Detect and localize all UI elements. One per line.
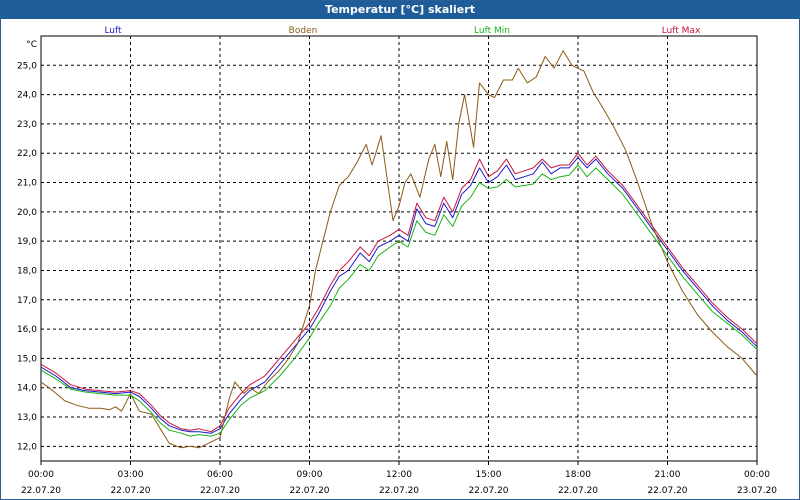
legend-entry: Luft xyxy=(104,26,122,36)
temperature-chart: 12,0 13,0 14,0 15,0 16,0 17,0 18,0 19,0 20,0 21,0… xyxy=(17,26,777,496)
x-tick-date: 22.07.20 xyxy=(558,486,598,496)
x-tick-date: 22.07.20 xyxy=(289,486,329,496)
x-tick-date: 22.07.20 xyxy=(21,486,61,496)
x-tick-time: 18:00 xyxy=(565,470,591,480)
y-tick-label: 13,0 xyxy=(17,413,37,423)
x-tick-time: 06:00 xyxy=(207,470,233,480)
x-tick-date: 22.07.20 xyxy=(647,486,687,496)
y-tick-label: 21,0 xyxy=(17,179,37,189)
x-tick-time: 00:00 xyxy=(744,470,770,480)
y-tick-label: 24,0 xyxy=(17,91,37,101)
y-tick-label: 17,0 xyxy=(17,296,37,306)
x-tick-time: 21:00 xyxy=(655,470,681,480)
x-tick-time: 09:00 xyxy=(297,470,323,480)
y-tick-label: 23,0 xyxy=(17,120,37,130)
x-tick-date: 23.07.20 xyxy=(737,486,777,496)
y-tick-label: 14,0 xyxy=(17,384,37,394)
x-tick-time: 03:00 xyxy=(118,470,144,480)
y-tick-label: 22,0 xyxy=(17,149,37,159)
y-tick-label: 20,0 xyxy=(17,208,37,218)
x-tick-date: 22.07.20 xyxy=(200,486,240,496)
x-tick-date: 22.07.20 xyxy=(110,486,150,496)
x-tick-time: 12:00 xyxy=(386,470,412,480)
y-tick-label: 16,0 xyxy=(17,325,37,335)
legend-entry: Luft Min xyxy=(474,26,510,36)
legend-entry: Luft Max xyxy=(662,26,701,36)
y-tick-label: 18,0 xyxy=(17,266,37,276)
x-tick-date: 22.07.20 xyxy=(468,486,508,496)
y-tick-label: 12,0 xyxy=(17,442,37,452)
y-tick-label: 25,0 xyxy=(17,61,37,71)
x-tick-date: 22.07.20 xyxy=(379,486,419,496)
y-tick-label: 15,0 xyxy=(17,354,37,364)
x-tick-time: 00:00 xyxy=(28,470,54,480)
legend-entry: Boden xyxy=(289,26,318,36)
y-axis-unit: °C xyxy=(26,40,37,50)
y-tick-label: 19,0 xyxy=(17,237,37,247)
x-tick-time: 15:00 xyxy=(476,470,502,480)
